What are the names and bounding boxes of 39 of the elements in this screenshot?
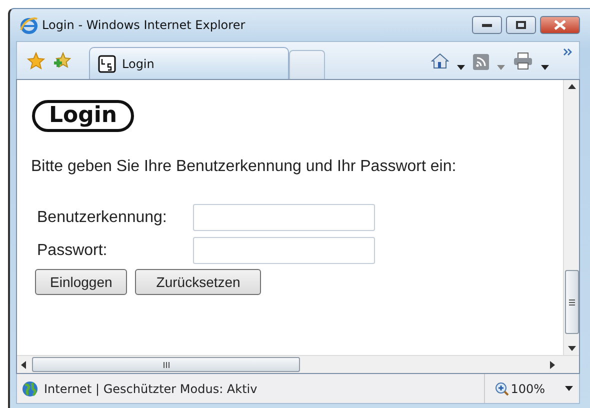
add-favorite-icon[interactable] xyxy=(53,52,71,70)
scroll-down-icon[interactable] xyxy=(568,346,576,351)
printer-icon[interactable] xyxy=(513,52,533,70)
page-icon xyxy=(98,54,116,72)
globe-icon xyxy=(22,380,38,396)
instruction-text: Bitte geben Sie Ihre Benutzerkennung und Ihr Passwort ein: xyxy=(31,158,458,176)
maximize-button[interactable] xyxy=(506,16,536,34)
input-field[interactable] xyxy=(193,237,375,264)
field-label: Benutzerkennung: xyxy=(37,208,168,226)
vertical-scrollbar[interactable] xyxy=(563,80,579,355)
field-label: Passwort: xyxy=(37,242,108,260)
scroll-left-icon[interactable] xyxy=(21,360,26,368)
home-icon[interactable] xyxy=(431,52,449,70)
logo: Login xyxy=(32,100,134,132)
minimize-button[interactable] xyxy=(472,16,502,34)
input-field[interactable] xyxy=(193,204,375,231)
close-icon[interactable] xyxy=(554,20,566,30)
caret-icon[interactable] xyxy=(565,386,573,391)
scroll-right-icon[interactable] xyxy=(550,360,555,368)
caret-icon[interactable] xyxy=(457,65,465,70)
feed-icon[interactable] xyxy=(473,54,489,70)
zoom-icon[interactable] xyxy=(494,382,509,396)
browser-logo-icon xyxy=(20,16,38,34)
grip-icon[interactable] xyxy=(568,298,574,306)
minimize-icon[interactable] xyxy=(482,24,492,26)
maximize-icon[interactable] xyxy=(516,21,526,29)
caret-icon[interactable] xyxy=(541,65,549,70)
zoom-button[interactable]: 100% xyxy=(484,374,559,403)
horizontal-scrollbar[interactable] xyxy=(17,355,579,373)
scroll-up-icon[interactable] xyxy=(568,84,576,89)
chevron-icon[interactable] xyxy=(563,48,573,56)
browser-tab[interactable]: Login xyxy=(89,47,289,79)
close-button[interactable] xyxy=(540,16,580,34)
reset-button[interactable]: Zurücksetzen xyxy=(135,269,262,295)
grip-icon[interactable] xyxy=(162,362,170,368)
login-button[interactable]: Einloggen xyxy=(35,269,128,295)
window-title: Login - Windows Internet Explorer xyxy=(42,18,246,32)
status-text: Internet | Geschützter Modus: Aktiv xyxy=(44,382,258,396)
favorites-star-icon[interactable] xyxy=(27,52,45,70)
